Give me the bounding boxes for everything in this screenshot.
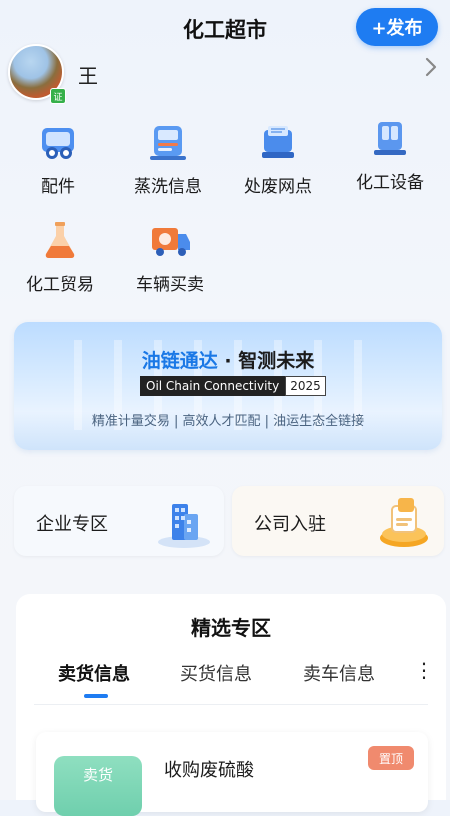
verified-badge: 证: [50, 88, 66, 104]
pinned-badge: 置顶: [368, 746, 414, 770]
publish-button[interactable]: +发布: [356, 8, 438, 46]
category-label: 处废网点: [244, 177, 312, 197]
featured-tabs: 卖货信息 买货信息 卖车信息: [16, 660, 446, 700]
category-label: 车辆买卖: [136, 275, 204, 295]
company-join-card[interactable]: 公司入驻: [232, 486, 444, 556]
category-vehicle-trade[interactable]: 车辆买卖: [120, 218, 220, 295]
category-waste-disposal[interactable]: 处废网点: [228, 120, 328, 197]
tab-sell-vehicles[interactable]: 卖车信息: [303, 660, 375, 686]
more-icon[interactable]: ⋮: [414, 658, 434, 682]
zone-label: 公司入驻: [254, 514, 326, 535]
banner-title: 油链通达 · 智测未来: [14, 346, 442, 373]
parts-icon: [36, 120, 80, 164]
tab-divider: [34, 704, 428, 705]
flask-icon: [38, 218, 82, 262]
category-label: 化工贸易: [26, 275, 94, 295]
item-thumbnail: 卖货: [54, 756, 142, 816]
company-join-icon: [374, 492, 434, 550]
active-tab-indicator: [84, 694, 108, 698]
banner-year: 2025: [285, 376, 326, 396]
promo-banner[interactable]: 油链通达 · 智测未来 Oil Chain Connectivity 2025 …: [14, 322, 442, 450]
enterprise-zone-card[interactable]: 企业专区: [14, 486, 224, 556]
featured-title: 精选专区: [191, 616, 271, 640]
banner-english: Oil Chain Connectivity: [140, 376, 286, 396]
banner-title-separator: ·: [224, 350, 232, 372]
banner-subtitle: Oil Chain Connectivity 2025: [140, 376, 326, 396]
waste-disposal-icon: [256, 120, 300, 164]
banner-title-dark: 智测未来: [238, 350, 315, 372]
tab-buy-goods[interactable]: 买货信息: [180, 660, 252, 686]
category-label: 配件: [41, 177, 75, 197]
chevron-right-icon[interactable]: [424, 56, 438, 84]
publish-label: +发布: [371, 18, 423, 39]
category-chemical-equipment[interactable]: 化工设备: [340, 116, 440, 193]
list-item[interactable]: 卖货 收购废硫酸 置顶: [36, 732, 428, 816]
item-title: 收购废硫酸: [164, 760, 254, 781]
user-name: 王: [78, 64, 98, 88]
category-chemical-trade[interactable]: 化工贸易: [10, 218, 110, 295]
enterprise-building-icon: [154, 492, 214, 550]
zone-label: 企业专区: [36, 514, 108, 535]
category-parts[interactable]: 配件: [8, 120, 108, 197]
tab-sell-goods[interactable]: 卖货信息: [58, 660, 130, 686]
category-label: 化工设备: [356, 173, 424, 193]
category-label: 蒸洗信息: [134, 177, 202, 197]
category-steam-wash[interactable]: 蒸洗信息: [118, 120, 218, 197]
banner-tagline: 精准计量交易 | 高效人才匹配 | 油运生态全链接: [91, 414, 365, 429]
featured-section: 精选专区 卖货信息 买货信息 卖车信息 ⋮ 卖货 收购废硫酸 置顶: [16, 594, 446, 816]
steam-wash-icon: [146, 120, 190, 164]
chemical-equipment-icon: [368, 116, 412, 160]
truck-icon: [148, 218, 192, 262]
user-profile-row[interactable]: 证 王: [8, 44, 438, 104]
banner-title-blue: 油链通达: [141, 350, 218, 372]
